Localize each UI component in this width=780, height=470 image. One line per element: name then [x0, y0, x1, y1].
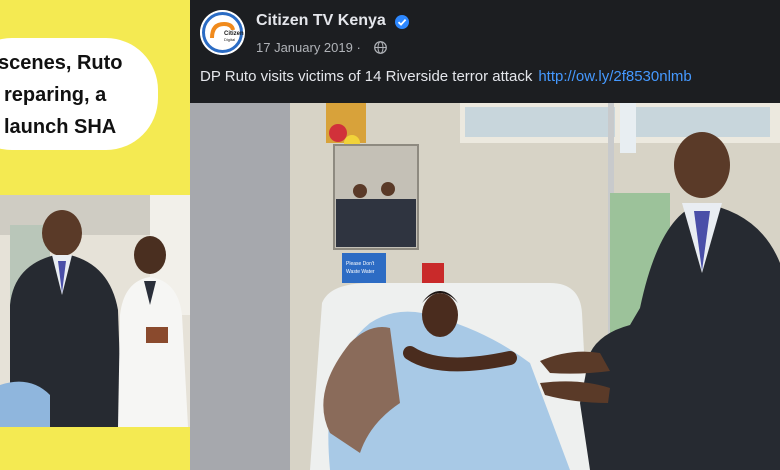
caption-text: DP Ruto visits victims of 14 Riverside t…: [200, 68, 533, 85]
page-name-link[interactable]: Citizen TV Kenya: [256, 12, 386, 30]
photo-side-margin: [190, 103, 290, 470]
left-photo-illustration: [0, 195, 190, 427]
left-thumbnail-panel: scenes, Ruto reparing, a launch SHA: [0, 0, 190, 470]
check-icon: [397, 18, 407, 26]
verified-badge-icon: [395, 15, 409, 29]
headline-line-2: reparing, a: [4, 84, 107, 106]
page-avatar[interactable]: Citizen Digital: [200, 10, 245, 55]
hospital-visit-illustration: Please Don't Waste Water: [290, 103, 780, 470]
post-link[interactable]: http://ow.ly/2f8530nlmb: [538, 68, 691, 85]
left-photo: [0, 195, 190, 427]
citizen-logo-icon: Citizen Digital: [200, 10, 245, 55]
post-timestamp[interactable]: 17 January 2019 ·: [256, 40, 361, 55]
headline-line-3: launch SHA: [4, 116, 117, 138]
poster: [342, 253, 386, 283]
svg-text:Please Don't: Please Don't: [346, 261, 375, 267]
svg-text:Waste Water: Waste Water: [346, 269, 375, 275]
post-photo[interactable]: Please Don't Waste Water: [290, 103, 780, 470]
svg-text:Digital: Digital: [224, 37, 235, 42]
headline-bubble: scenes, Ruto reparing, a launch SHA: [0, 38, 158, 150]
globe-icon: [374, 41, 387, 59]
headline-line-1: scenes, Ruto: [0, 52, 123, 74]
post-caption: DP Ruto visits victims of 14 Riverside t…: [200, 68, 692, 85]
